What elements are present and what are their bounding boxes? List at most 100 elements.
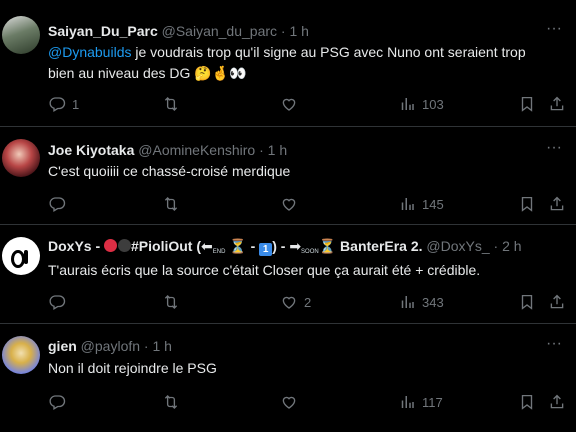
views-icon	[398, 95, 416, 113]
timestamp[interactable]: 1 h	[289, 23, 308, 39]
tweet-text: C'est quoiiii ce chassé-croisé merdique	[48, 161, 548, 182]
display-name[interactable]: gien	[48, 338, 77, 354]
views-icon	[398, 293, 416, 311]
timeline: Saiyan_Du_Parc @Saiyan_du_parc · 1 h ···…	[0, 0, 576, 432]
views-count: 343	[422, 294, 444, 310]
retweet-button[interactable]	[162, 292, 180, 312]
avatar[interactable]	[2, 336, 40, 374]
display-name-suffix[interactable]: BanterEra 2.	[340, 238, 422, 254]
handle[interactable]: @Saiyan_du_parc	[162, 23, 277, 39]
tweet-header: DoxYs - #PioliOut (⬅END ⏳ - 1) - ➡SOON⏳ …	[48, 236, 564, 256]
hourglass-icon: ⏳	[318, 238, 337, 254]
share-icon	[548, 95, 566, 113]
hourglass-icon: ⏳	[229, 238, 247, 254]
like-icon	[280, 293, 298, 311]
like-icon	[280, 393, 298, 411]
views-button[interactable]: 117	[398, 392, 443, 412]
avatar[interactable]	[2, 139, 40, 177]
tweet-text: Non il doit rejoindre le PSG	[48, 358, 548, 379]
tweet-header: Saiyan_Du_Parc @Saiyan_du_parc · 1 h	[48, 21, 564, 41]
bookmark-button[interactable]	[518, 392, 536, 412]
views-button[interactable]: 103	[398, 94, 444, 114]
handle[interactable]: @paylofn	[81, 338, 140, 354]
bookmark-button[interactable]	[518, 94, 536, 114]
reply-count: 1	[72, 96, 80, 112]
end-arrow-icon: ⬅	[201, 238, 213, 254]
keycap-one-icon: 1	[259, 243, 273, 256]
more-horizontal-icon[interactable]: ···	[544, 140, 564, 161]
retweet-button[interactable]	[162, 94, 180, 114]
bookmark-icon	[518, 195, 536, 213]
tweet-body: C'est quoiiii ce chassé-croisé merdique	[48, 163, 291, 179]
like-button[interactable]: 2	[280, 292, 311, 312]
separator: ·	[493, 238, 499, 254]
retweet-icon	[162, 95, 180, 113]
bookmark-icon	[518, 393, 536, 411]
share-icon	[548, 293, 566, 311]
views-button[interactable]: 343	[398, 292, 444, 312]
tweet-text: T'aurais écris que la source c'était Clo…	[48, 260, 548, 281]
tweet[interactable]: Saiyan_Du_Parc @Saiyan_du_parc · 1 h ···…	[0, 0, 576, 127]
name-dash: -	[246, 238, 260, 254]
like-button[interactable]	[280, 94, 298, 114]
avatar-mark	[24, 250, 28, 264]
bookmark-button[interactable]	[518, 194, 536, 214]
share-button[interactable]	[548, 94, 566, 114]
like-button[interactable]	[280, 392, 298, 412]
handle[interactable]: @DoxYs_	[426, 238, 489, 254]
display-name-prefix[interactable]: DoxYs -	[48, 238, 100, 254]
timestamp[interactable]: 1 h	[268, 142, 287, 158]
reply-button[interactable]	[48, 392, 66, 412]
tweet-text: @Dynabuilds je voudrais trop qu'il signe…	[48, 42, 548, 84]
views-count: 145	[422, 196, 444, 212]
retweet-icon	[162, 195, 180, 213]
avatar[interactable]	[2, 16, 40, 54]
tweet-actions: 2 343	[48, 292, 560, 312]
tweet-actions: 145	[48, 194, 560, 214]
tweet[interactable]: Joe Kiyotaka @AomineKenshiro · 1 h ··· C…	[0, 127, 576, 225]
tweet[interactable]: gien @paylofn · 1 h ··· Non il doit rejo…	[0, 324, 576, 432]
like-button[interactable]	[280, 194, 298, 214]
reply-button[interactable]: 1	[48, 94, 79, 114]
display-name[interactable]: Joe Kiyotaka	[48, 142, 134, 158]
retweet-button[interactable]	[162, 194, 180, 214]
like-count: 2	[304, 294, 312, 310]
handle[interactable]: @AomineKenshiro	[138, 142, 255, 158]
bookmark-icon	[518, 293, 536, 311]
like-icon	[280, 195, 298, 213]
tweet-actions: 1 103	[48, 94, 560, 114]
name-close-paren: ) -	[272, 238, 286, 254]
avatar-mark	[11, 250, 25, 268]
views-icon	[398, 393, 416, 411]
mention-link[interactable]: @Dynabuilds	[48, 44, 131, 60]
separator: ·	[280, 23, 286, 39]
display-name[interactable]: Saiyan_Du_Parc	[48, 23, 158, 39]
share-button[interactable]	[548, 392, 566, 412]
tweet-body: Non il doit rejoindre le PSG	[48, 360, 217, 376]
reply-icon	[48, 195, 66, 213]
black-circle-icon	[118, 239, 132, 252]
timestamp[interactable]: 2 h	[502, 238, 521, 254]
share-icon	[548, 195, 566, 213]
avatar[interactable]	[2, 237, 40, 275]
views-button[interactable]: 145	[398, 194, 444, 214]
timestamp[interactable]: 1 h	[152, 338, 171, 354]
separator: ·	[143, 338, 149, 354]
share-button[interactable]	[548, 194, 566, 214]
like-icon	[280, 95, 298, 113]
reply-button[interactable]	[48, 194, 66, 214]
retweet-icon	[162, 293, 180, 311]
reply-button[interactable]	[48, 292, 66, 312]
tweet-body: T'aurais écris que la source c'était Clo…	[48, 262, 481, 278]
share-button[interactable]	[548, 292, 566, 312]
retweet-button[interactable]	[162, 392, 180, 412]
more-horizontal-icon[interactable]: ···	[544, 21, 564, 42]
end-label: END	[212, 249, 226, 255]
more-horizontal-icon[interactable]: ···	[544, 336, 564, 357]
tweet[interactable]: DoxYs - #PioliOut (⬅END ⏳ - 1) - ➡SOON⏳ …	[0, 225, 576, 324]
tweet-actions: 117	[48, 392, 560, 412]
soon-arrow-icon: ➡	[289, 238, 302, 254]
display-name-hashtag[interactable]: #PioliOut (	[131, 238, 201, 254]
views-count: 103	[422, 96, 444, 112]
bookmark-button[interactable]	[518, 292, 536, 312]
